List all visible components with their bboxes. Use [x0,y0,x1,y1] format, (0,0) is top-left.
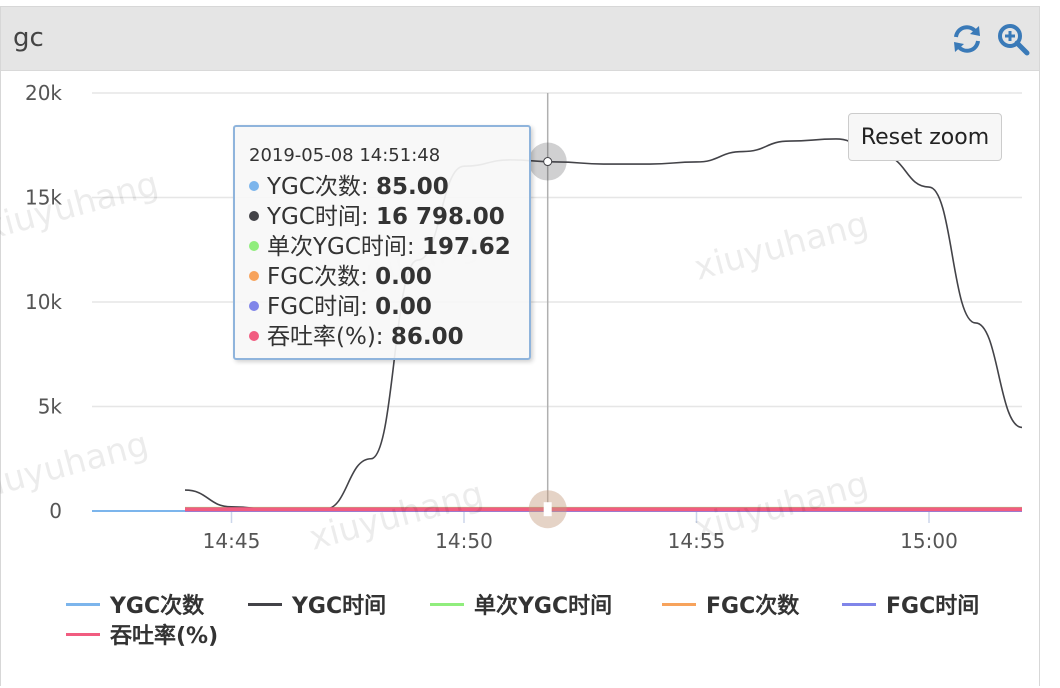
x-tick-label: 14:45 [203,529,261,553]
x-tick-label: 14:55 [668,529,726,553]
series-dot-icon [249,270,259,281]
reset-zoom-button[interactable]: Reset zoom [848,113,1002,161]
legend-label: 吞吐率(%) [110,624,219,649]
tooltip-row: 单次YGC时间: 197.62 [249,232,529,262]
legend-item[interactable]: YGC时间 [248,588,386,620]
y-tick-label: 5k [38,395,63,419]
y-tick-label: 10k [25,290,62,314]
y-tick-label: 0 [49,499,62,523]
legend-label: FGC时间 [886,594,980,619]
tooltip-value: 197.62 [422,234,511,260]
series-dot-icon [249,210,259,221]
x-tick-label: 15:00 [900,529,958,553]
tooltip-row: FGC次数: 0.00 [249,262,529,292]
tooltip-label: YGC时间: [267,204,376,230]
legend-item[interactable]: 吞吐率(%) [66,618,218,650]
legend-swatch-icon [662,602,696,606]
tooltip-label: 单次YGC时间: [267,234,422,260]
y-tick-label: 15k [25,186,62,210]
tooltip-value: 85.00 [376,174,449,200]
legend-swatch-icon [66,632,100,636]
series-dot-icon [249,240,259,251]
legend-swatch-icon [248,602,282,606]
legend-swatch-icon [66,602,100,606]
legend-label: FGC次数 [706,594,800,619]
tooltip-label: FGC次数: [267,264,376,290]
tooltip-label: 吞吐率(%): [267,324,391,350]
legend-item[interactable]: FGC时间 [842,588,979,620]
hover-marker [543,157,553,167]
legend-swatch-icon [842,602,876,606]
tooltip-value: 86.00 [390,324,464,350]
series-dot-icon [249,330,259,341]
tooltip-row: 吞吐率(%): 86.00 [249,322,529,352]
tooltip: 2019-05-08 14:51:48 YGC次数: 85.00 YGC时间: 1… [233,125,531,360]
tooltip-row: YGC次数: 85.00 [249,172,529,202]
legend-label: YGC时间 [292,594,387,619]
legend-item[interactable]: 单次YGC时间 [430,588,612,620]
tooltip-row: FGC时间: 0.00 [249,292,529,322]
tooltip-value: 0.00 [375,294,432,320]
series-dot-icon [249,180,259,191]
tooltip-value: 0.00 [375,264,432,290]
legend-item[interactable]: YGC次数 [66,588,204,620]
tooltip-label: FGC时间: [267,294,376,320]
tooltip-value: 16 798.00 [376,204,505,230]
tooltip-label: YGC次数: [267,174,376,200]
series-dot-icon [249,300,259,311]
legend-item[interactable]: FGC次数 [662,588,799,620]
tooltip-row: YGC时间: 16 798.00 [249,202,529,232]
y-tick-label: 20k [25,81,62,105]
legend-label: YGC次数 [110,594,205,619]
hover-marker [543,502,552,517]
legend-swatch-icon [430,602,464,606]
legend-label: 单次YGC时间 [474,594,613,619]
tooltip-date: 2019-05-08 14:51:48 [249,145,441,166]
x-tick-label: 14:50 [435,529,493,553]
